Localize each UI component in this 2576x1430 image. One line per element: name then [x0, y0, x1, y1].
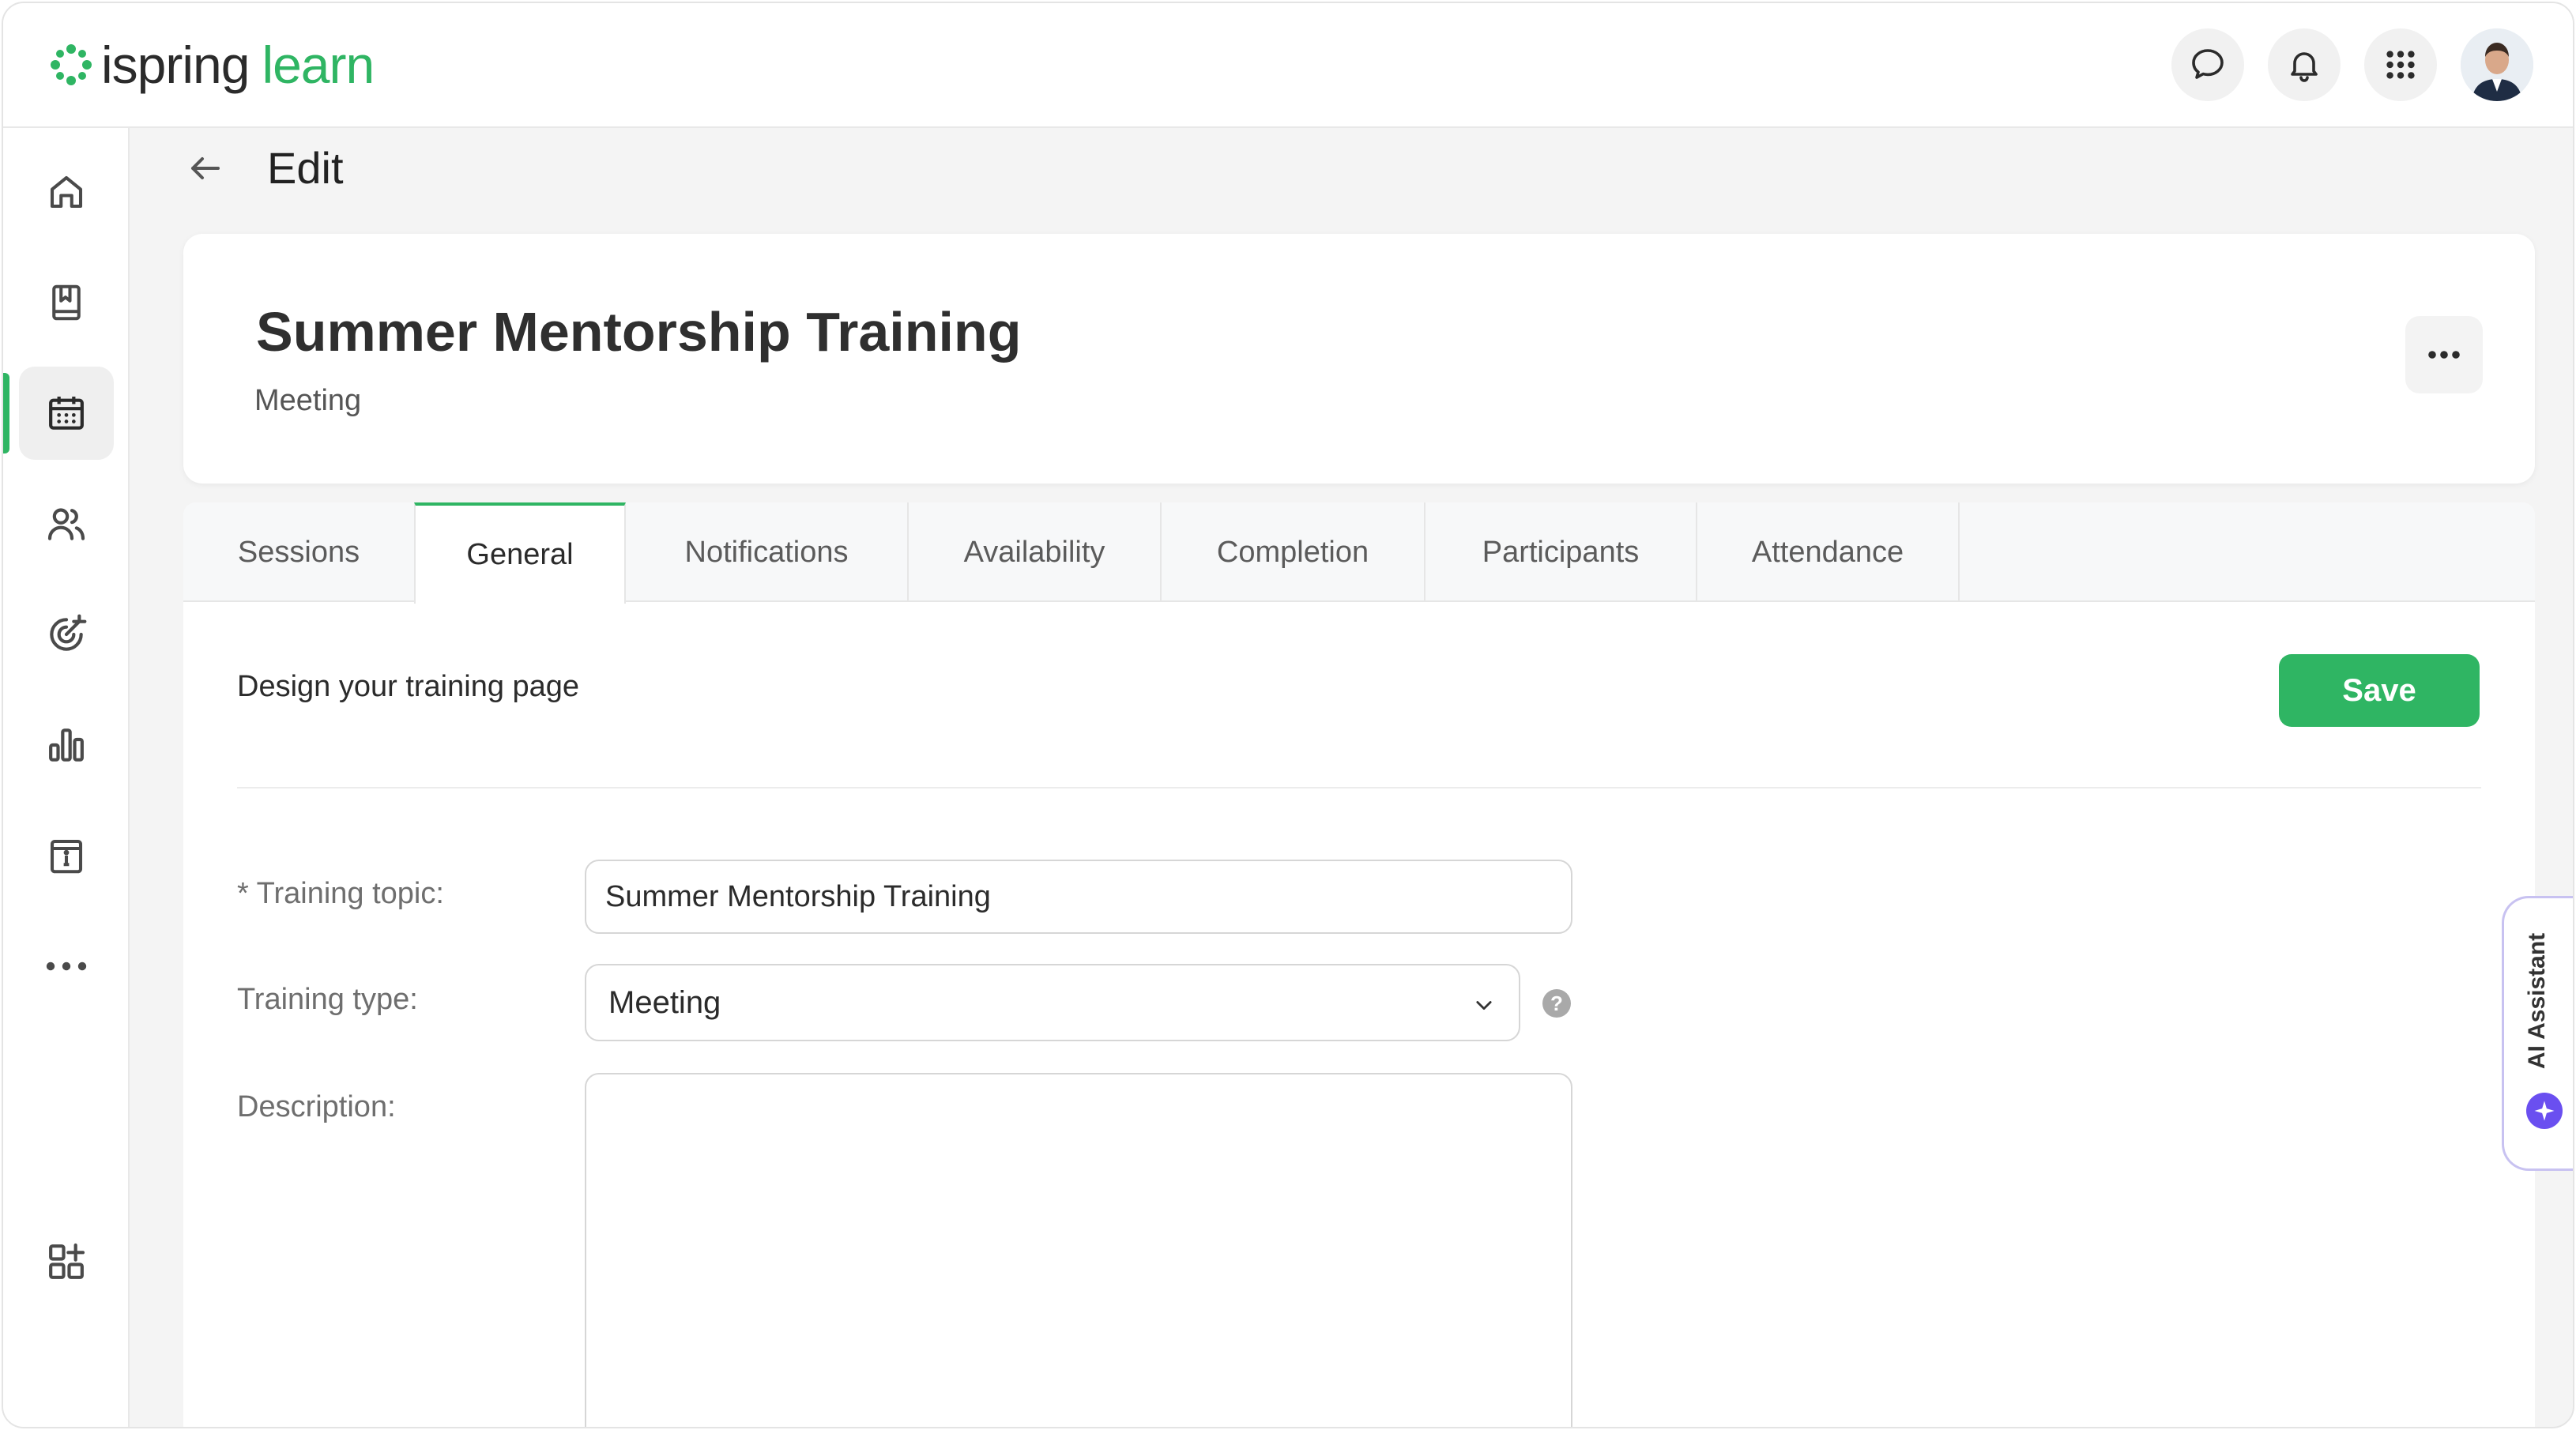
sidebar-item-info[interactable]: [19, 809, 114, 902]
tab-notifications[interactable]: Notifications: [626, 502, 909, 602]
info-panel-icon: [50, 839, 83, 874]
app-window: ispring learn Edit Summer Mentorship Tra…: [2, 2, 2574, 1428]
ai-sparkle-icon: [2526, 1093, 2563, 1129]
add-widget-icon: [49, 1243, 85, 1279]
notifications-button[interactable]: [2268, 28, 2341, 101]
page-header: Edit: [182, 142, 344, 194]
bell-icon: [2291, 52, 2318, 82]
sidebar-item-calendar[interactable]: [3, 367, 114, 460]
bar-chart-icon: [49, 728, 84, 762]
calendar-icon: [49, 397, 84, 430]
page-title: Edit: [267, 143, 344, 193]
tab-attendance[interactable]: Attendance: [1697, 502, 1960, 602]
tab-sessions[interactable]: Sessions: [183, 502, 416, 602]
arrow-left-icon: [191, 156, 220, 179]
sidebar-item-more[interactable]: [19, 920, 114, 1013]
training-topic-label: * Training topic:: [237, 877, 444, 910]
logo-text-learn: learn: [262, 36, 375, 94]
back-button[interactable]: [182, 145, 229, 192]
tab-participants[interactable]: Participants: [1425, 502, 1697, 602]
sidebar-item-reports[interactable]: [19, 698, 114, 792]
ai-assistant-label-wrap: AI Assistant: [2514, 930, 2561, 1072]
ai-assistant-label: AI Assistant: [2524, 932, 2551, 1070]
tab-completion[interactable]: Completion: [1162, 502, 1425, 602]
sidebar-item-users[interactable]: [19, 477, 114, 570]
logo-mark-icon: [51, 44, 92, 85]
sidebar-item-add-widget[interactable]: [19, 1215, 114, 1308]
help-icon[interactable]: ?: [1542, 989, 1571, 1018]
target-icon: [50, 614, 87, 651]
training-type-select[interactable]: Meeting: [585, 964, 1520, 1041]
user-avatar[interactable]: [2461, 28, 2533, 101]
chevron-down-icon: [1476, 1001, 1492, 1010]
sidebar: [3, 128, 130, 1427]
training-type-value: Meeting: [608, 984, 721, 1020]
ai-assistant-tab[interactable]: AI Assistant: [2502, 896, 2573, 1171]
more-actions-button[interactable]: [2405, 316, 2483, 393]
more-horizontal-icon: [2428, 351, 2460, 359]
home-icon: [50, 175, 83, 209]
more-icon: [46, 961, 87, 971]
users-icon: [47, 508, 85, 540]
training-type-field-label: Training type:: [237, 983, 418, 1016]
sidebar-item-home[interactable]: [19, 145, 114, 239]
settings-panel: Sessions General Notifications Availabil…: [183, 502, 2535, 1427]
avatar-image: [2461, 28, 2533, 101]
top-bar: ispring learn: [3, 3, 2573, 128]
chat-icon: [2192, 49, 2224, 79]
description-label: Description:: [237, 1090, 396, 1123]
section-title: Design your training page: [237, 670, 580, 703]
book-icon: [52, 284, 81, 321]
tab-general[interactable]: General: [414, 502, 626, 604]
header-actions: [2171, 28, 2533, 101]
section-divider: [237, 787, 2481, 788]
chat-button[interactable]: [2171, 28, 2244, 101]
ispring-logo[interactable]: ispring learn: [47, 33, 375, 96]
save-button[interactable]: Save: [2279, 654, 2480, 727]
sidebar-item-goals[interactable]: [19, 588, 114, 681]
logo-text-ispring: ispring: [101, 36, 250, 94]
tab-bar: Sessions General Notifications Availabil…: [183, 502, 2535, 604]
apps-grid-icon: [2386, 51, 2415, 79]
description-textarea[interactable]: [585, 1073, 1572, 1427]
apps-button[interactable]: [2364, 28, 2437, 101]
tab-availability[interactable]: Availability: [909, 502, 1162, 602]
sidebar-item-library[interactable]: [19, 256, 114, 349]
training-type-label: Meeting: [254, 384, 362, 417]
training-title: Summer Mentorship Training: [256, 301, 1022, 363]
training-topic-input[interactable]: Summer Mentorship Training: [585, 860, 1572, 934]
training-summary-card: Summer Mentorship Training Meeting: [183, 234, 2535, 484]
